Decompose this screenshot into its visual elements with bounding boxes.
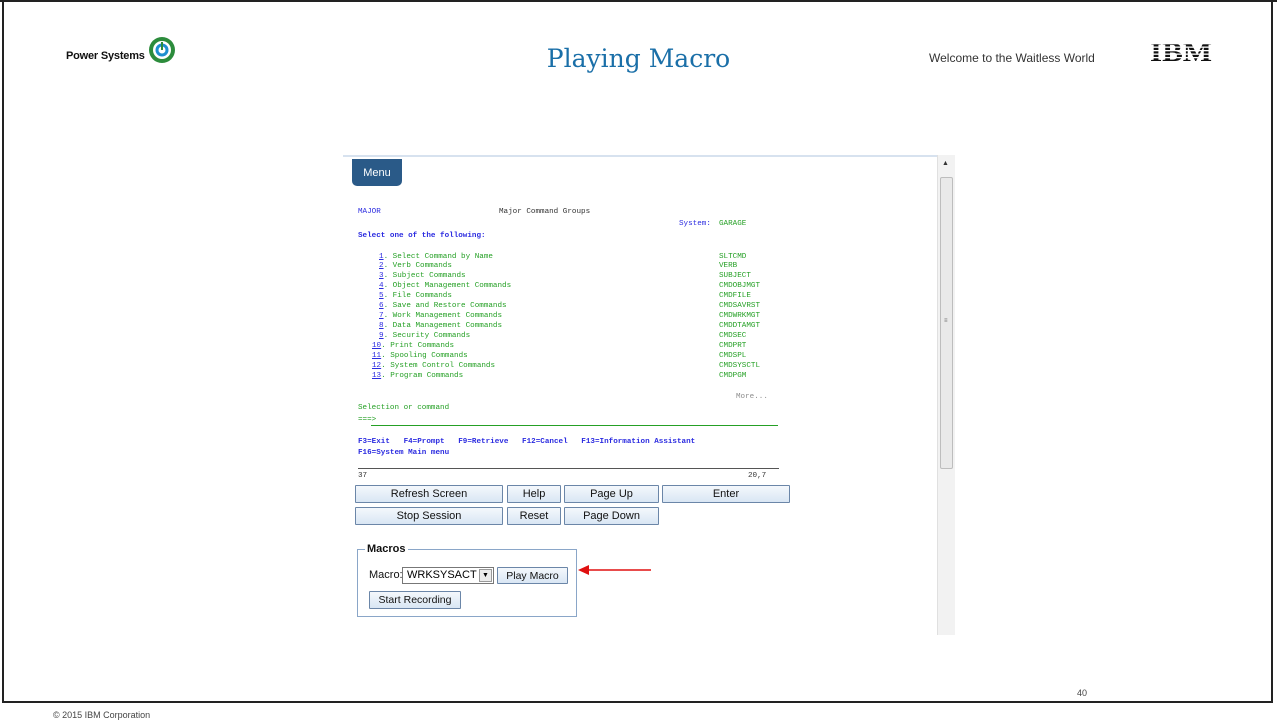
option-row-7[interactable]: 7. Work Management Commands bbox=[372, 312, 503, 321]
option-label: . Security Commands bbox=[383, 332, 471, 340]
option-number: 10 bbox=[372, 342, 382, 350]
option-number: 11 bbox=[372, 352, 382, 360]
scroll-thumb[interactable]: ≡ bbox=[940, 177, 953, 469]
option-command: CMDPRT bbox=[719, 342, 747, 350]
option-row-5[interactable]: 5. File Commands bbox=[372, 292, 452, 301]
copyright: © 2015 IBM Corporation bbox=[53, 710, 151, 720]
help-button[interactable]: Help bbox=[507, 485, 561, 503]
option-row-8[interactable]: 8. Data Management Commands bbox=[372, 322, 503, 331]
macros-legend: Macros bbox=[365, 543, 408, 555]
select-prompt: Select one of the following: bbox=[358, 232, 486, 240]
option-label: . Subject Commands bbox=[383, 272, 466, 280]
emulator-screenshot: Menu ▲ ≡ MAJOR Major Command Groups Syst… bbox=[343, 145, 955, 635]
option-command: SUBJECT bbox=[719, 272, 751, 280]
option-row-12[interactable]: 12. System Control Commands bbox=[372, 362, 496, 371]
option-row-4[interactable]: 4. Object Management Commands bbox=[372, 282, 512, 291]
refresh-screen-button[interactable]: Refresh Screen bbox=[355, 485, 503, 503]
option-command: CMDOBJMGT bbox=[719, 282, 761, 290]
function-keys-line-1: F3=Exit F4=Prompt F9=Retrieve F12=Cancel… bbox=[358, 438, 696, 446]
vertical-scrollbar[interactable]: ▲ ≡ bbox=[937, 155, 955, 635]
option-row-11[interactable]: 11. Spooling Commands bbox=[372, 352, 468, 361]
option-row-13[interactable]: 13. Program Commands bbox=[372, 372, 464, 381]
macro-label: Macro: bbox=[369, 569, 403, 581]
option-label: . Spooling Commands bbox=[381, 352, 468, 360]
option-command: CMDWRKMGT bbox=[719, 312, 761, 320]
ibm-logo: IBM bbox=[1150, 40, 1214, 64]
option-command: CMDPGM bbox=[719, 372, 747, 380]
option-label: . Select Command by Name bbox=[383, 253, 493, 261]
menu-tab-label: Menu bbox=[363, 166, 391, 179]
option-command: CMDSYSCTL bbox=[719, 362, 761, 370]
status-left: 37 bbox=[358, 472, 368, 480]
stop-session-button[interactable]: Stop Session bbox=[355, 507, 503, 525]
system-name: GARAGE bbox=[719, 220, 747, 228]
macro-select[interactable]: WRKSYSACT ▼ bbox=[402, 567, 494, 584]
status-divider bbox=[358, 468, 779, 469]
option-number: 12 bbox=[372, 362, 382, 370]
page-up-button[interactable]: Page Up bbox=[564, 485, 659, 503]
option-command: SLTCMD bbox=[719, 253, 747, 261]
red-arrow-icon bbox=[578, 565, 651, 575]
option-row-9[interactable]: 9. Security Commands bbox=[372, 332, 471, 341]
command-input[interactable] bbox=[371, 425, 778, 426]
option-command: CMDFILE bbox=[719, 292, 751, 300]
option-label: . System Control Commands bbox=[381, 362, 496, 370]
macros-panel: Macros Macro: WRKSYSACT ▼ Play Macro Sta… bbox=[357, 543, 577, 617]
option-row-1[interactable]: 1. Select Command by Name bbox=[372, 253, 493, 262]
option-row-10[interactable]: 10. Print Commands bbox=[372, 342, 455, 351]
option-label: . Print Commands bbox=[381, 342, 455, 350]
play-macro-button[interactable]: Play Macro bbox=[497, 567, 568, 584]
option-row-3[interactable]: 3. Subject Commands bbox=[372, 272, 466, 281]
command-prompt: ===> bbox=[358, 416, 377, 424]
option-number: 13 bbox=[372, 372, 382, 380]
tagline: Welcome to the Waitless World bbox=[929, 51, 1095, 65]
option-label: . Data Management Commands bbox=[383, 322, 503, 330]
slide-number: 40 bbox=[1077, 688, 1088, 698]
cursor-position: 20,7 bbox=[748, 472, 767, 480]
scroll-up-arrow-icon[interactable]: ▲ bbox=[942, 160, 949, 167]
function-keys-line-2: F16=System Main menu bbox=[358, 449, 450, 457]
option-command: CMDDTAMGT bbox=[719, 322, 761, 330]
grip-icon: ≡ bbox=[944, 318, 948, 324]
system-label: System: bbox=[679, 220, 711, 228]
option-label: . Object Management Commands bbox=[383, 282, 512, 290]
option-label: . Save and Restore Commands bbox=[383, 302, 507, 310]
start-recording-button[interactable]: Start Recording bbox=[369, 591, 461, 609]
option-label: . Verb Commands bbox=[383, 262, 452, 270]
chevron-down-icon[interactable]: ▼ bbox=[479, 569, 492, 582]
option-label: . Work Management Commands bbox=[383, 312, 503, 320]
option-row-2[interactable]: 2. Verb Commands bbox=[372, 262, 452, 271]
menu-name: MAJOR bbox=[358, 208, 381, 216]
option-command: CMDSEC bbox=[719, 332, 747, 340]
macro-select-value: WRKSYSACT bbox=[407, 569, 477, 581]
option-command: VERB bbox=[719, 262, 738, 270]
enter-button[interactable]: Enter bbox=[662, 485, 790, 503]
screen-title: Major Command Groups bbox=[499, 208, 591, 216]
option-command: CMDSPL bbox=[719, 352, 747, 360]
reset-button[interactable]: Reset bbox=[507, 507, 561, 525]
screen-top-border bbox=[343, 155, 937, 157]
option-label: . Program Commands bbox=[381, 372, 464, 380]
selection-label: Selection or command bbox=[358, 404, 450, 412]
menu-tab[interactable]: Menu bbox=[352, 159, 402, 186]
more-indicator: More... bbox=[736, 393, 768, 401]
option-command: CMDSAVRST bbox=[719, 302, 761, 310]
page-down-button[interactable]: Page Down bbox=[564, 507, 659, 525]
option-label: . File Commands bbox=[383, 292, 452, 300]
option-row-6[interactable]: 6. Save and Restore Commands bbox=[372, 302, 507, 311]
